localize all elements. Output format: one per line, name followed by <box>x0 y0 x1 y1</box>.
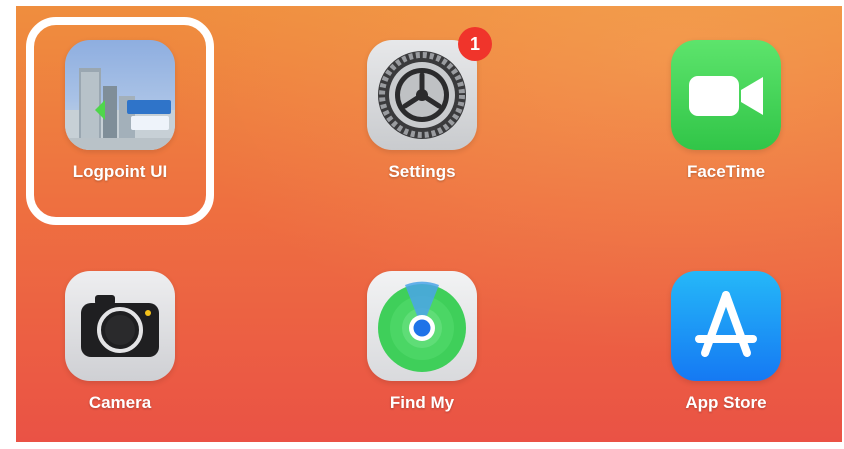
app-settings[interactable]: Settings <box>342 40 502 182</box>
app-find-my[interactable]: Find My <box>342 271 502 413</box>
camera-icon[interactable] <box>65 271 175 381</box>
gear-icon[interactable] <box>367 40 477 150</box>
app-facetime[interactable]: FaceTime <box>646 40 806 182</box>
app-label: FaceTime <box>686 162 766 181</box>
radar-icon[interactable] <box>367 271 477 381</box>
app-store-a-icon[interactable] <box>671 271 781 381</box>
notification-badge: 1 <box>458 27 492 61</box>
app-label: Settings <box>388 162 456 181</box>
app-camera[interactable]: Camera <box>40 271 200 413</box>
video-camera-icon[interactable] <box>671 40 781 150</box>
app-label: Camera <box>88 393 152 412</box>
app-label: Find My <box>389 393 455 412</box>
app-app-store[interactable]: App Store <box>646 271 806 413</box>
selection-highlight <box>26 17 214 225</box>
app-label: App Store <box>685 393 767 412</box>
